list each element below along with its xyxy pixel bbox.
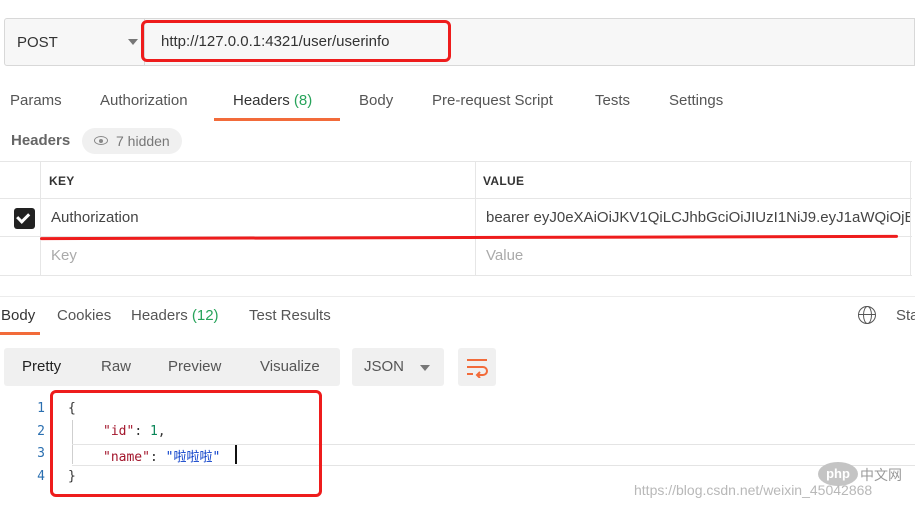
tab-authorization[interactable]: Authorization: [100, 92, 188, 109]
tab-headers-label: Headers: [233, 92, 290, 109]
tab-headers[interactable]: Headers (8): [233, 92, 312, 109]
line-number: 3: [37, 446, 45, 461]
response-divider: [0, 296, 915, 297]
tab-prerequest-script[interactable]: Pre-request Script: [432, 92, 553, 109]
method-label: POST: [17, 33, 58, 51]
hidden-headers-toggle[interactable]: 7 hidden: [82, 128, 182, 154]
line-number: 4: [37, 469, 45, 484]
view-pretty-button[interactable]: Pretty: [22, 358, 61, 375]
table-row: Authorization bearer eyJ0eXAiOiJKV1QiLCJ…: [0, 199, 912, 237]
response-tab-headers-label: Headers: [131, 307, 188, 324]
view-preview-button[interactable]: Preview: [168, 358, 221, 375]
format-label: JSON: [364, 358, 405, 375]
line-number: 1: [37, 401, 45, 416]
chevron-down-icon: [420, 365, 430, 371]
url-highlight-box: [141, 20, 451, 62]
chevron-down-icon: [128, 39, 138, 45]
view-raw-button[interactable]: Raw: [101, 358, 131, 375]
column-divider: [475, 161, 476, 276]
request-tabs: Params Authorization Headers (8) Body Pr…: [0, 88, 915, 122]
eye-icon: [94, 136, 108, 145]
tab-headers-count: (8): [293, 92, 313, 109]
tab-body[interactable]: Body: [359, 92, 393, 109]
wrap-lines-button[interactable]: [458, 348, 496, 386]
key-placeholder[interactable]: Key: [51, 247, 77, 264]
globe-icon[interactable]: [858, 306, 876, 324]
response-tab-cookies[interactable]: Cookies: [57, 307, 111, 324]
value-placeholder[interactable]: Value: [486, 247, 523, 264]
table-row-empty: Key Value: [0, 237, 912, 276]
status-label: Sta: [896, 307, 915, 324]
column-divider: [910, 161, 911, 276]
wrap-lines-icon: [467, 359, 488, 378]
hidden-headers-label: 7 hidden: [116, 133, 170, 149]
enabled-checkbox[interactable]: [14, 208, 35, 229]
tab-tests[interactable]: Tests: [595, 92, 630, 109]
column-value-header: VALUE: [483, 174, 525, 188]
response-active-tab-indicator: [0, 332, 40, 335]
response-tab-test-results[interactable]: Test Results: [249, 307, 331, 324]
view-visualize-button[interactable]: Visualize: [260, 358, 320, 375]
watermark-url: https://blog.csdn.net/weixin_45042868: [634, 482, 873, 498]
response-tab-body[interactable]: Body: [1, 307, 35, 324]
headers-section-title: Headers: [11, 132, 71, 149]
table-header-row: KEY VALUE: [0, 161, 912, 199]
column-key-header: KEY: [49, 174, 75, 188]
header-value-cell[interactable]: bearer eyJ0eXAiOiJKV1QiLCJhbGciOiJIUzI1N…: [486, 209, 910, 226]
column-divider: [40, 161, 41, 276]
format-select[interactable]: JSON: [352, 348, 444, 386]
active-tab-indicator: [214, 118, 340, 121]
tab-settings[interactable]: Settings: [669, 92, 723, 109]
response-tab-headers[interactable]: Headers (12): [131, 307, 219, 324]
response-tab-headers-count: (12): [191, 307, 219, 324]
view-mode-group: Pretty Raw Preview Visualize: [4, 348, 340, 386]
line-number: 2: [37, 424, 45, 439]
method-select[interactable]: POST: [5, 19, 145, 65]
header-key-cell[interactable]: Authorization: [51, 209, 139, 226]
tab-params[interactable]: Params: [10, 92, 62, 109]
response-highlight-box: [50, 390, 322, 497]
